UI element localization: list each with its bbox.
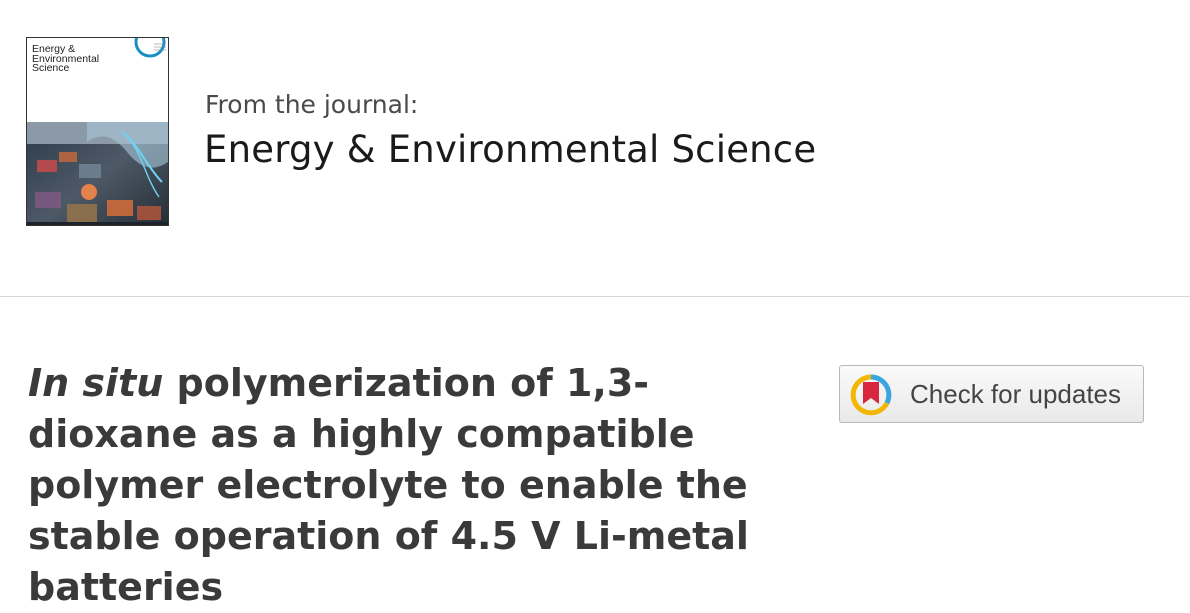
header-divider: [0, 296, 1190, 297]
article-title: In situ polymerization of 1,3-dioxane as…: [28, 358, 818, 613]
check-for-updates-label: Check for updates: [910, 379, 1122, 409]
check-for-updates-button[interactable]: Check for updates: [839, 365, 1144, 423]
crossmark-icon: [850, 374, 892, 416]
journal-cover-image[interactable]: Energy & Environmental Science: [26, 37, 169, 226]
article-title-italic: In situ: [28, 361, 164, 405]
cover-artwork: [27, 122, 168, 225]
journal-header: Energy & Environmental Science From the …: [0, 0, 1190, 297]
from-journal-label: From the journal:: [205, 90, 419, 119]
journal-title-link[interactable]: Energy & Environmental Science: [204, 128, 816, 171]
cover-circle-graphic: [134, 38, 166, 58]
cover-title: Energy & Environmental Science: [32, 43, 100, 74]
